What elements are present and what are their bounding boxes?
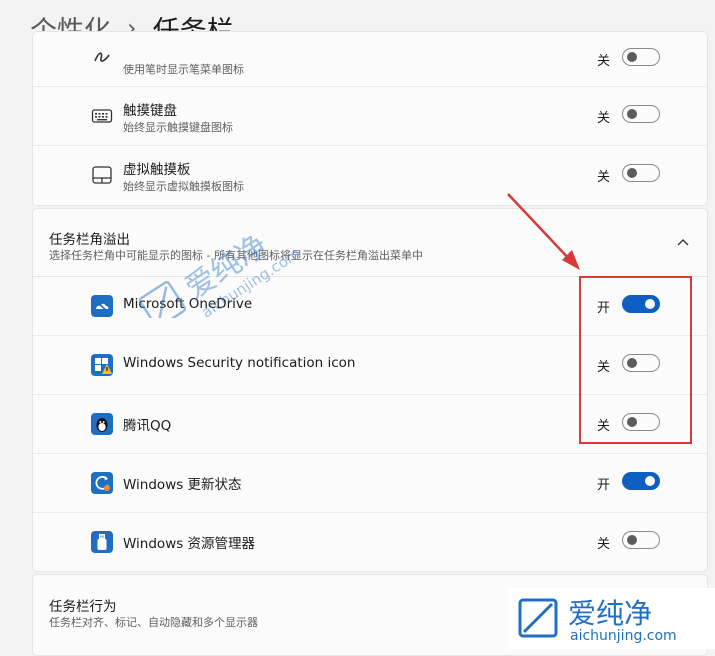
logo-mark-icon: [518, 598, 558, 638]
setting-row-pen-menu: 使用笔时显示笔菜单图标 关: [33, 32, 707, 87]
watermark-logo: 爱纯净 aichunjing.com: [508, 588, 715, 649]
corner-icons-card: 使用笔时显示笔菜单图标 关 触摸键盘 始终显示触摸键盘图标 关 虚拟触摸板 始终…: [32, 31, 708, 206]
setting-title: 触摸键盘: [123, 103, 177, 119]
toggle-knob: [627, 52, 637, 62]
corner-overflow-card: 任务栏角溢出 选择任务栏角中可能显示的图标 - 所有其他图标将显示在任务栏角溢出…: [32, 208, 708, 572]
toggle-knob: [627, 109, 637, 119]
section-subtitle: 选择任务栏角中可能显示的图标 - 所有其他图标将显示在任务栏角溢出菜单中: [49, 249, 423, 262]
toggle-state-label: 开: [597, 301, 611, 316]
toggle-touch-keyboard[interactable]: [622, 105, 660, 123]
keyboard-icon: [91, 109, 113, 123]
setting-desc: 始终显示虚拟触摸板图标: [123, 180, 244, 193]
toggle-qq[interactable]: [622, 413, 660, 431]
toggle-windows-security[interactable]: [622, 354, 660, 372]
setting-title: 虚拟触摸板: [123, 162, 191, 178]
toggle-knob: [627, 358, 637, 368]
setting-row-virtual-touchpad: 虚拟触摸板 始终显示虚拟触摸板图标 关: [33, 146, 707, 205]
app-label: Windows 资源管理器: [123, 536, 256, 552]
toggle-state-label: 关: [597, 111, 611, 126]
section-title: 任务栏行为: [49, 599, 117, 615]
toggle-state-label: 关: [597, 54, 611, 69]
overflow-row-onedrive: Microsoft OneDrive 开: [33, 277, 707, 336]
annotation-arrow: [507, 193, 580, 270]
chevron-up-icon[interactable]: [675, 235, 691, 251]
toggle-knob: [627, 417, 637, 427]
toggle-knob: [627, 535, 637, 545]
toggle-windows-update[interactable]: [622, 472, 660, 490]
overflow-row-windows-security: Windows Security notification icon 关: [33, 336, 707, 395]
toggle-file-explorer[interactable]: [622, 531, 660, 549]
setting-desc: 使用笔时显示笔菜单图标: [123, 63, 244, 76]
toggle-state-label: 关: [597, 537, 611, 552]
touchpad-icon: [92, 166, 112, 184]
toggle-knob: [645, 299, 655, 309]
section-title: 任务栏角溢出: [49, 232, 130, 248]
toggle-virtual-touchpad[interactable]: [622, 164, 660, 182]
section-subtitle: 任务栏对齐、标记、自动隐藏和多个显示器: [49, 616, 258, 629]
usb-drive-icon: [91, 531, 113, 553]
setting-desc: 始终显示触摸键盘图标: [123, 121, 233, 134]
app-label: Windows 更新状态: [123, 477, 242, 493]
qq-icon: [91, 413, 113, 435]
overflow-row-file-explorer: Windows 资源管理器 关: [33, 513, 707, 571]
app-label: Microsoft OneDrive: [123, 296, 253, 312]
toggle-state-label: 开: [597, 478, 611, 493]
overflow-row-qq: 腾讯QQ 关: [33, 395, 707, 454]
setting-row-touch-keyboard: 触摸键盘 始终显示触摸键盘图标 关: [33, 87, 707, 146]
logo-domain: aichunjing.com: [570, 628, 677, 644]
toggle-pen-menu[interactable]: [622, 48, 660, 66]
windows-update-icon: [91, 472, 113, 494]
toggle-state-label: 关: [597, 360, 611, 375]
logo-brand: 爱纯净: [568, 597, 653, 630]
overflow-section-header[interactable]: 任务栏角溢出 选择任务栏角中可能显示的图标 - 所有其他图标将显示在任务栏角溢出…: [33, 209, 707, 277]
pen-icon: [94, 52, 110, 62]
app-label: Windows Security notification icon: [123, 355, 356, 371]
toggle-knob: [627, 168, 637, 178]
app-label: 腾讯QQ: [123, 418, 172, 434]
overflow-row-windows-update: Windows 更新状态 开: [33, 454, 707, 513]
toggle-state-label: 关: [597, 170, 611, 185]
toggle-state-label: 关: [597, 419, 611, 434]
toggle-onedrive[interactable]: [622, 295, 660, 313]
onedrive-icon: [91, 295, 113, 317]
toggle-knob: [645, 476, 655, 486]
windows-security-icon: [91, 354, 113, 376]
